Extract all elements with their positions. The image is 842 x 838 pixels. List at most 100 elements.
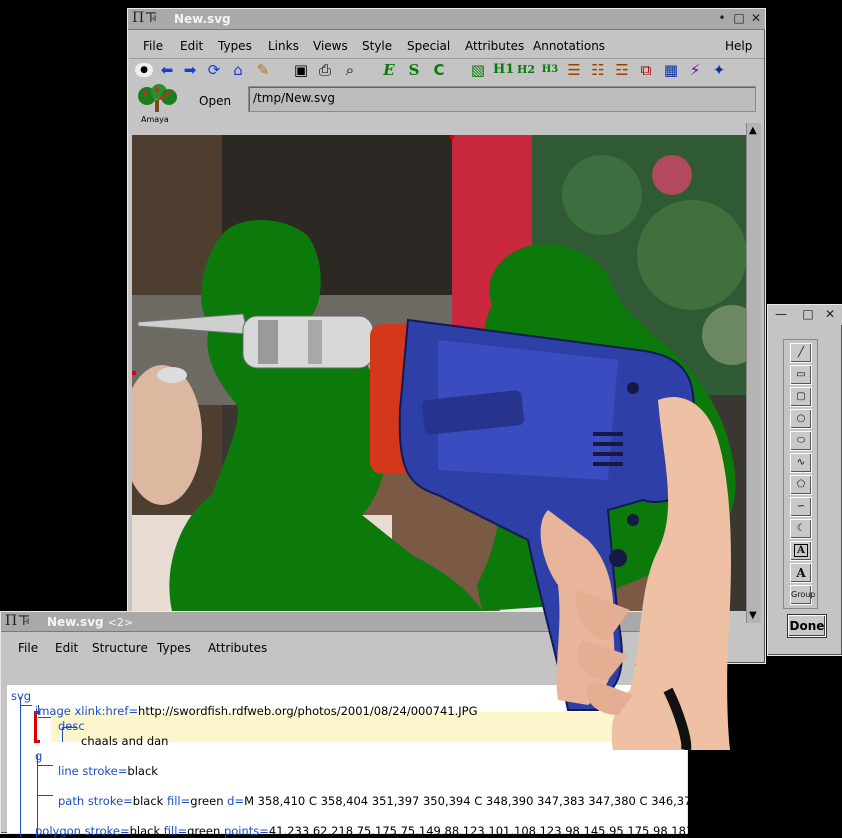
amaya-tree-icon — [138, 84, 177, 112]
scroll-down-arrow-icon[interactable]: ▼ — [749, 610, 757, 621]
amaya-logo-label: Amaya — [141, 115, 169, 124]
rectangle-tool-icon: ▭ — [796, 369, 806, 380]
menu-links[interactable]: Links — [268, 39, 299, 53]
tree-node-line[interactable]: line stroke=black — [58, 764, 158, 778]
path-attr3-eq: = — [234, 794, 245, 808]
polygon-attr1-name: stroke — [84, 824, 120, 838]
image-icon[interactable]: ▧ — [469, 61, 487, 79]
object-icon[interactable]: ⧉ — [637, 61, 655, 79]
polyline-tool-button[interactable]: ∿ — [790, 453, 812, 473]
window-title: New.svg — [174, 12, 231, 26]
minimize-icon[interactable]: • — [715, 11, 729, 25]
palette-titlebar[interactable]: — □ ✕ — [768, 305, 842, 325]
print-icon[interactable]: ⎙ — [316, 61, 334, 79]
stop-icon[interactable]: ● — [135, 63, 153, 77]
group-tool-button[interactable]: Group — [790, 585, 816, 605]
amaya-logo[interactable]: Amaya — [135, 84, 179, 124]
maximize-icon[interactable]: □ — [732, 11, 746, 25]
rectangle-tool-button[interactable]: ▭ — [790, 365, 812, 385]
polygon-attr3-value: 41,233 62,218 75,175 75,149 88,123 101,1… — [268, 824, 697, 838]
tree-node-svg[interactable]: svg — [11, 689, 31, 703]
path-attr2-eq: = — [180, 794, 191, 808]
polygon-tool-button[interactable]: ⬠ — [790, 475, 812, 495]
line-attr-eq: = — [117, 764, 128, 778]
forward-icon[interactable]: ➡ — [181, 61, 199, 79]
menu-edit[interactable]: Edit — [180, 39, 203, 53]
palette-maximize-icon[interactable]: □ — [801, 307, 815, 321]
group-tool-label: Group — [791, 590, 816, 599]
strong-icon[interactable]: S — [405, 61, 423, 79]
polygon-attr2-value: green — [187, 824, 221, 838]
line-tool-icon: ╱ — [797, 347, 805, 358]
menu-style[interactable]: Style — [362, 39, 392, 53]
menu-file[interactable]: File — [143, 39, 163, 53]
scroll-up-arrow-icon[interactable]: ▲ — [749, 125, 757, 136]
path-attr1-eq: = — [123, 794, 133, 808]
foreign-object-tool-icon: A — [794, 544, 808, 557]
path-attr2-name: fill — [166, 794, 181, 808]
tree-node-desc[interactable]: desc — [58, 719, 85, 733]
open-label[interactable]: Open — [199, 94, 231, 108]
math-icon[interactable]: ⚡ — [686, 61, 704, 79]
main-titlebar[interactable]: Π⊤ ⫣ New.svg • □ ✕ — [128, 9, 765, 30]
definition-list-icon[interactable]: ☲ — [613, 61, 631, 79]
structure-menu-edit[interactable]: Edit — [55, 641, 78, 655]
menu-attributes[interactable]: Attributes — [465, 39, 524, 53]
tree-node-path[interactable]: path stroke=black fill=green d=M 358,410… — [58, 794, 691, 808]
code-icon[interactable]: C — [430, 61, 448, 79]
palette-close-icon[interactable]: ✕ — [823, 307, 837, 321]
svg-palette-window: — □ ✕ ╱ ▭ ▢ ○ ⬭ ∿ ⬠ ∽ ☾ A A Group Done — [767, 304, 842, 656]
tree-node-g[interactable]: g — [35, 749, 42, 763]
text-tool-icon: A — [796, 566, 806, 580]
done-button[interactable]: Done — [788, 615, 826, 637]
table-icon[interactable]: ▦ — [662, 61, 680, 79]
menu-annotations[interactable]: Annotations — [533, 39, 605, 53]
vertical-scrollbar[interactable]: ▲ ▼ — [746, 123, 761, 623]
menu-views[interactable]: Views — [313, 39, 348, 53]
red-selection-handle-top[interactable] — [450, 135, 454, 139]
path-attr1-name: stroke — [87, 794, 124, 808]
h1-icon[interactable]: H1 — [493, 61, 514, 79]
menu-help[interactable]: Help — [725, 39, 752, 53]
menu-special[interactable]: Special — [407, 39, 450, 53]
numbered-list-icon[interactable]: ☷ — [589, 61, 607, 79]
spline-tool-button[interactable]: ∽ — [790, 497, 812, 517]
emphasis-icon[interactable]: E — [380, 61, 398, 79]
polyline-tool-icon: ∿ — [796, 457, 806, 468]
line-attr-name: stroke — [82, 764, 118, 778]
main-toolbar: ● ⬅ ➡ ⟳ ⌂ ✎ ▣ ⎙ ⌕ E S C ▧ H1 H2 H3 ☰ ☷ ☲… — [129, 58, 764, 84]
circle-tool-button[interactable]: ○ — [790, 409, 812, 429]
polygon-attr1-value: black — [129, 824, 161, 838]
structure-title-group: New.svg <2> — [47, 615, 133, 629]
structure-window-subtitle: <2> — [107, 616, 134, 629]
edit-icon[interactable]: ✎ — [254, 61, 272, 79]
structure-menu-file[interactable]: File — [18, 641, 38, 655]
line-attr-value: black — [127, 764, 158, 778]
find-icon[interactable]: ⌕ — [341, 61, 359, 79]
tree-node-polygon[interactable]: polygon stroke=black fill=green points=4… — [35, 824, 697, 838]
foreign-object-tool-button[interactable]: A — [790, 541, 812, 561]
polygon-tag: polygon — [35, 824, 81, 838]
structure-window-title: New.svg — [47, 615, 104, 629]
menu-types[interactable]: Types — [218, 39, 252, 53]
pin-icon[interactable]: ⫣ — [150, 11, 157, 25]
line-tool-button[interactable]: ╱ — [790, 343, 812, 363]
ellipse-tool-button[interactable]: ⬭ — [790, 431, 812, 451]
reload-icon[interactable]: ⟳ — [205, 61, 223, 79]
close-icon[interactable]: ✕ — [749, 11, 763, 25]
rounded-rectangle-tool-button[interactable]: ▢ — [790, 387, 812, 407]
url-input[interactable]: /tmp/New.svg — [248, 86, 756, 112]
plugin-icon[interactable]: ✦ — [710, 61, 728, 79]
red-selection-handle[interactable] — [132, 371, 136, 375]
bulleted-list-icon[interactable]: ☰ — [565, 61, 583, 79]
text-tool-button[interactable]: A — [790, 563, 812, 583]
save-icon[interactable]: ▣ — [292, 61, 310, 79]
back-icon[interactable]: ⬅ — [158, 61, 176, 79]
structure-pin-icon[interactable]: ⫣ — [23, 614, 30, 628]
h2-icon[interactable]: H2 — [517, 61, 535, 79]
h3-icon[interactable]: H3 — [541, 61, 559, 79]
path-attr2-value: green — [190, 794, 224, 808]
palette-minimize-icon[interactable]: — — [774, 307, 788, 321]
home-icon[interactable]: ⌂ — [229, 61, 247, 79]
closed-spline-tool-button[interactable]: ☾ — [790, 519, 812, 539]
